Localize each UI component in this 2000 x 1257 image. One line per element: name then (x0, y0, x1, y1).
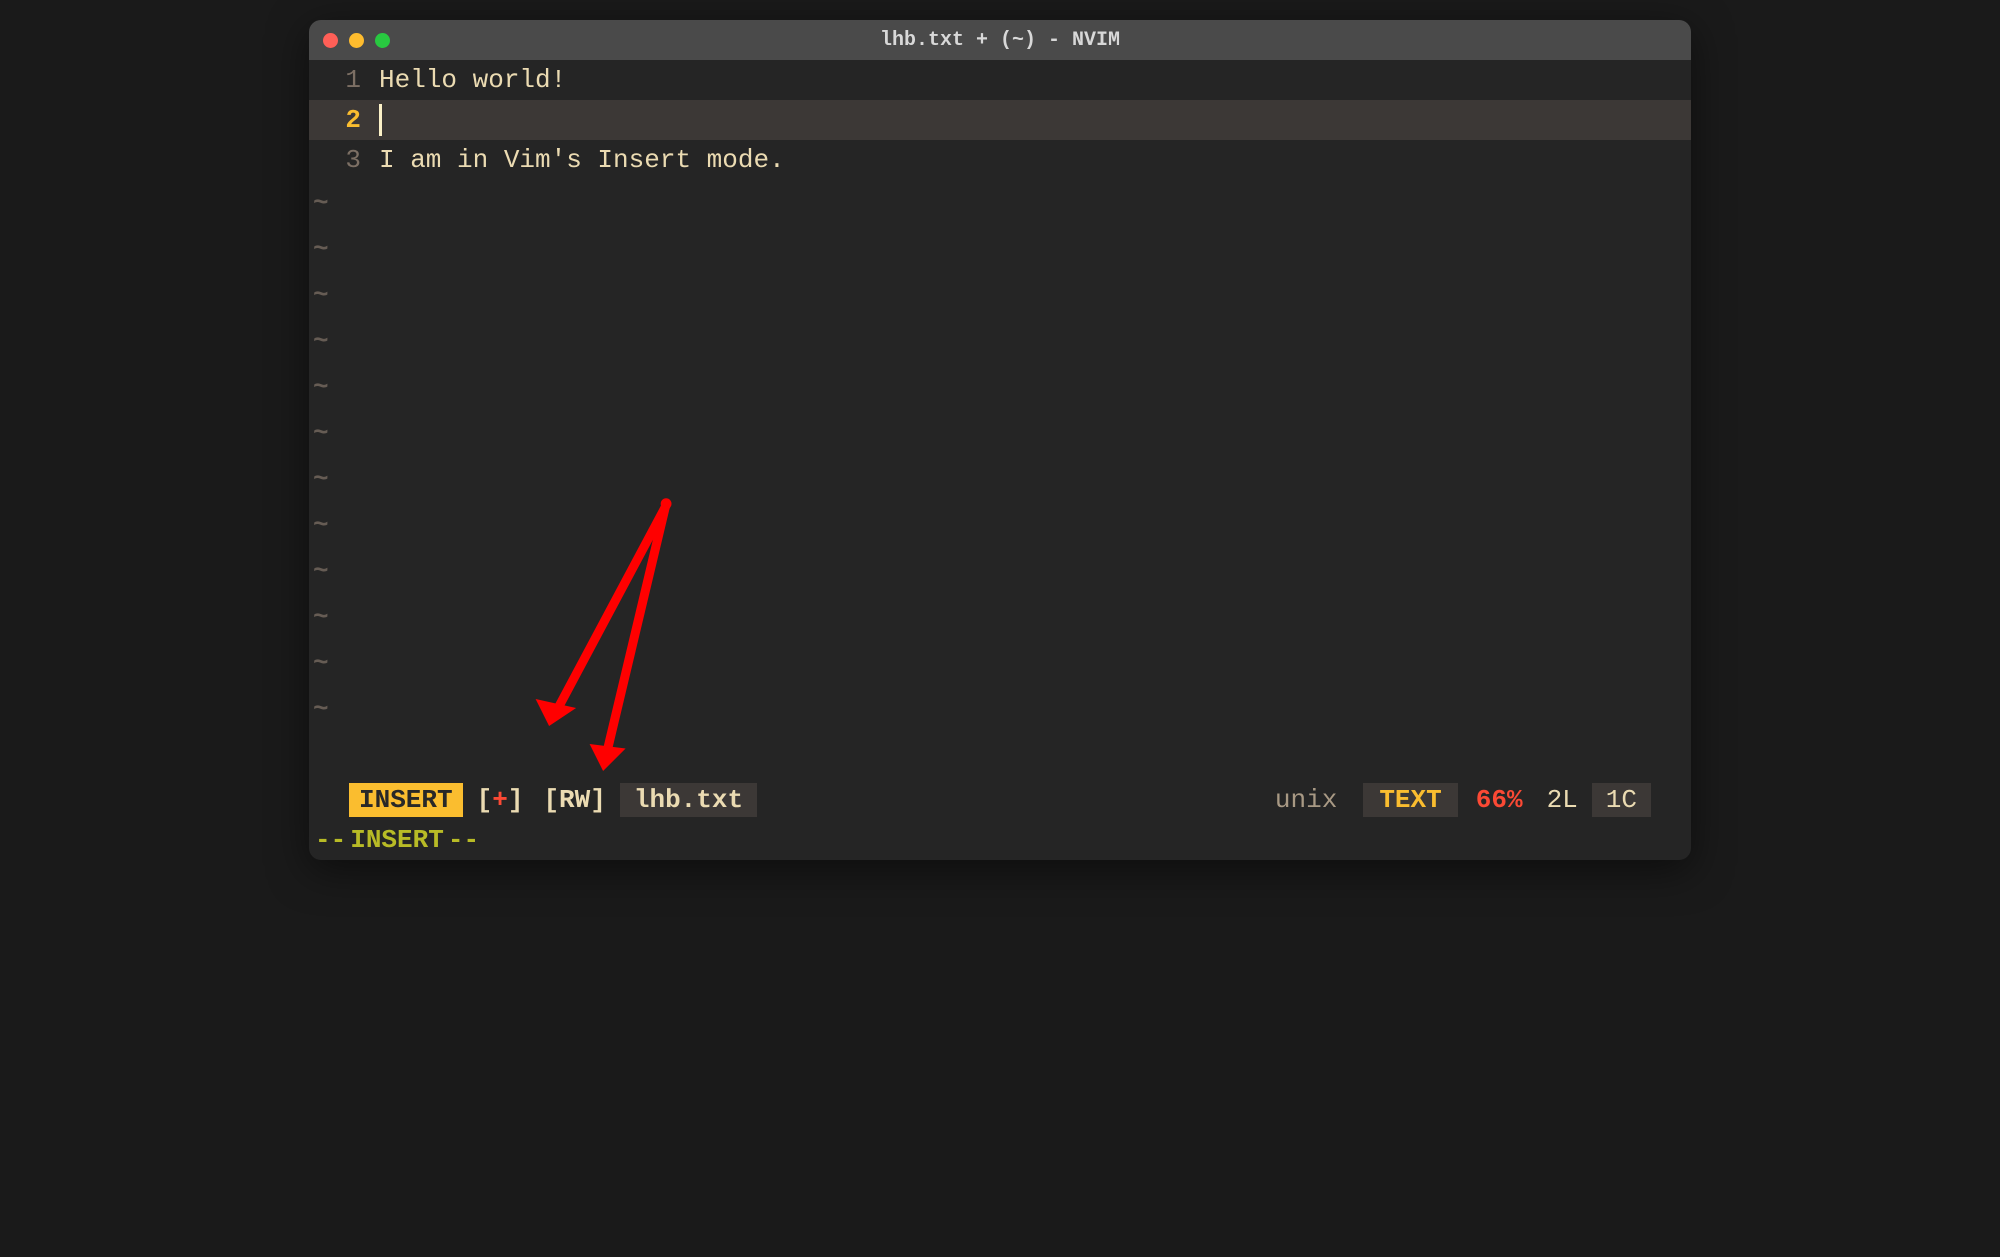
file-format: unix (1257, 785, 1355, 815)
editor-line[interactable]: 1Hello world! (309, 60, 1691, 100)
cmd-dash-prefix: -- (315, 825, 346, 855)
empty-line-tilde: ~ (309, 226, 1691, 272)
empty-line-tilde: ~ (309, 180, 1691, 226)
minimize-button[interactable] (349, 33, 364, 48)
file-type: TEXT (1363, 783, 1457, 817)
filename: lhb.txt (620, 783, 757, 817)
cmd-dash-suffix: -- (448, 825, 479, 855)
line-content[interactable] (379, 104, 1691, 136)
statusline: INSERT [+] [RW] lhb.txt unix TEXT 66% 2L… (309, 780, 1691, 820)
column-number-status: 1C (1592, 783, 1651, 817)
editor-area[interactable]: 1Hello world!23I am in Vim's Insert mode… (309, 60, 1691, 780)
empty-line-tilde: ~ (309, 456, 1691, 502)
line-number-status: 2L (1541, 785, 1584, 815)
editor-line[interactable]: 2 (309, 100, 1691, 140)
command-line[interactable]: -- INSERT -- (309, 820, 1691, 860)
maximize-button[interactable] (375, 33, 390, 48)
empty-line-tilde: ~ (309, 594, 1691, 640)
empty-line-tilde: ~ (309, 410, 1691, 456)
line-number: 3 (309, 145, 379, 175)
empty-line-tilde: ~ (309, 640, 1691, 686)
terminal-window: lhb.txt + (~) - NVIM 1Hello world!23I am… (309, 20, 1691, 860)
scroll-percent: 66% (1466, 785, 1533, 815)
empty-line-tilde: ~ (309, 548, 1691, 594)
line-content[interactable]: Hello world! (379, 65, 1691, 95)
line-number: 1 (309, 65, 379, 95)
empty-line-tilde: ~ (309, 686, 1691, 732)
line-content[interactable]: I am in Vim's Insert mode. (379, 145, 1691, 175)
mode-indicator: INSERT (349, 783, 463, 817)
modified-flag: [+] (471, 783, 530, 817)
close-button[interactable] (323, 33, 338, 48)
line-number: 2 (309, 105, 379, 135)
editor-line[interactable]: 3I am in Vim's Insert mode. (309, 140, 1691, 180)
cursor (379, 104, 382, 136)
empty-line-tilde: ~ (309, 502, 1691, 548)
empty-line-tilde: ~ (309, 364, 1691, 410)
window-title: lhb.txt + (~) - NVIM (323, 29, 1677, 52)
traffic-lights (323, 33, 390, 48)
empty-line-tilde: ~ (309, 272, 1691, 318)
empty-line-tilde: ~ (309, 318, 1691, 364)
titlebar: lhb.txt + (~) - NVIM (309, 20, 1691, 60)
readwrite-flag: [RW] (537, 783, 611, 817)
cmd-mode: INSERT (346, 825, 448, 855)
